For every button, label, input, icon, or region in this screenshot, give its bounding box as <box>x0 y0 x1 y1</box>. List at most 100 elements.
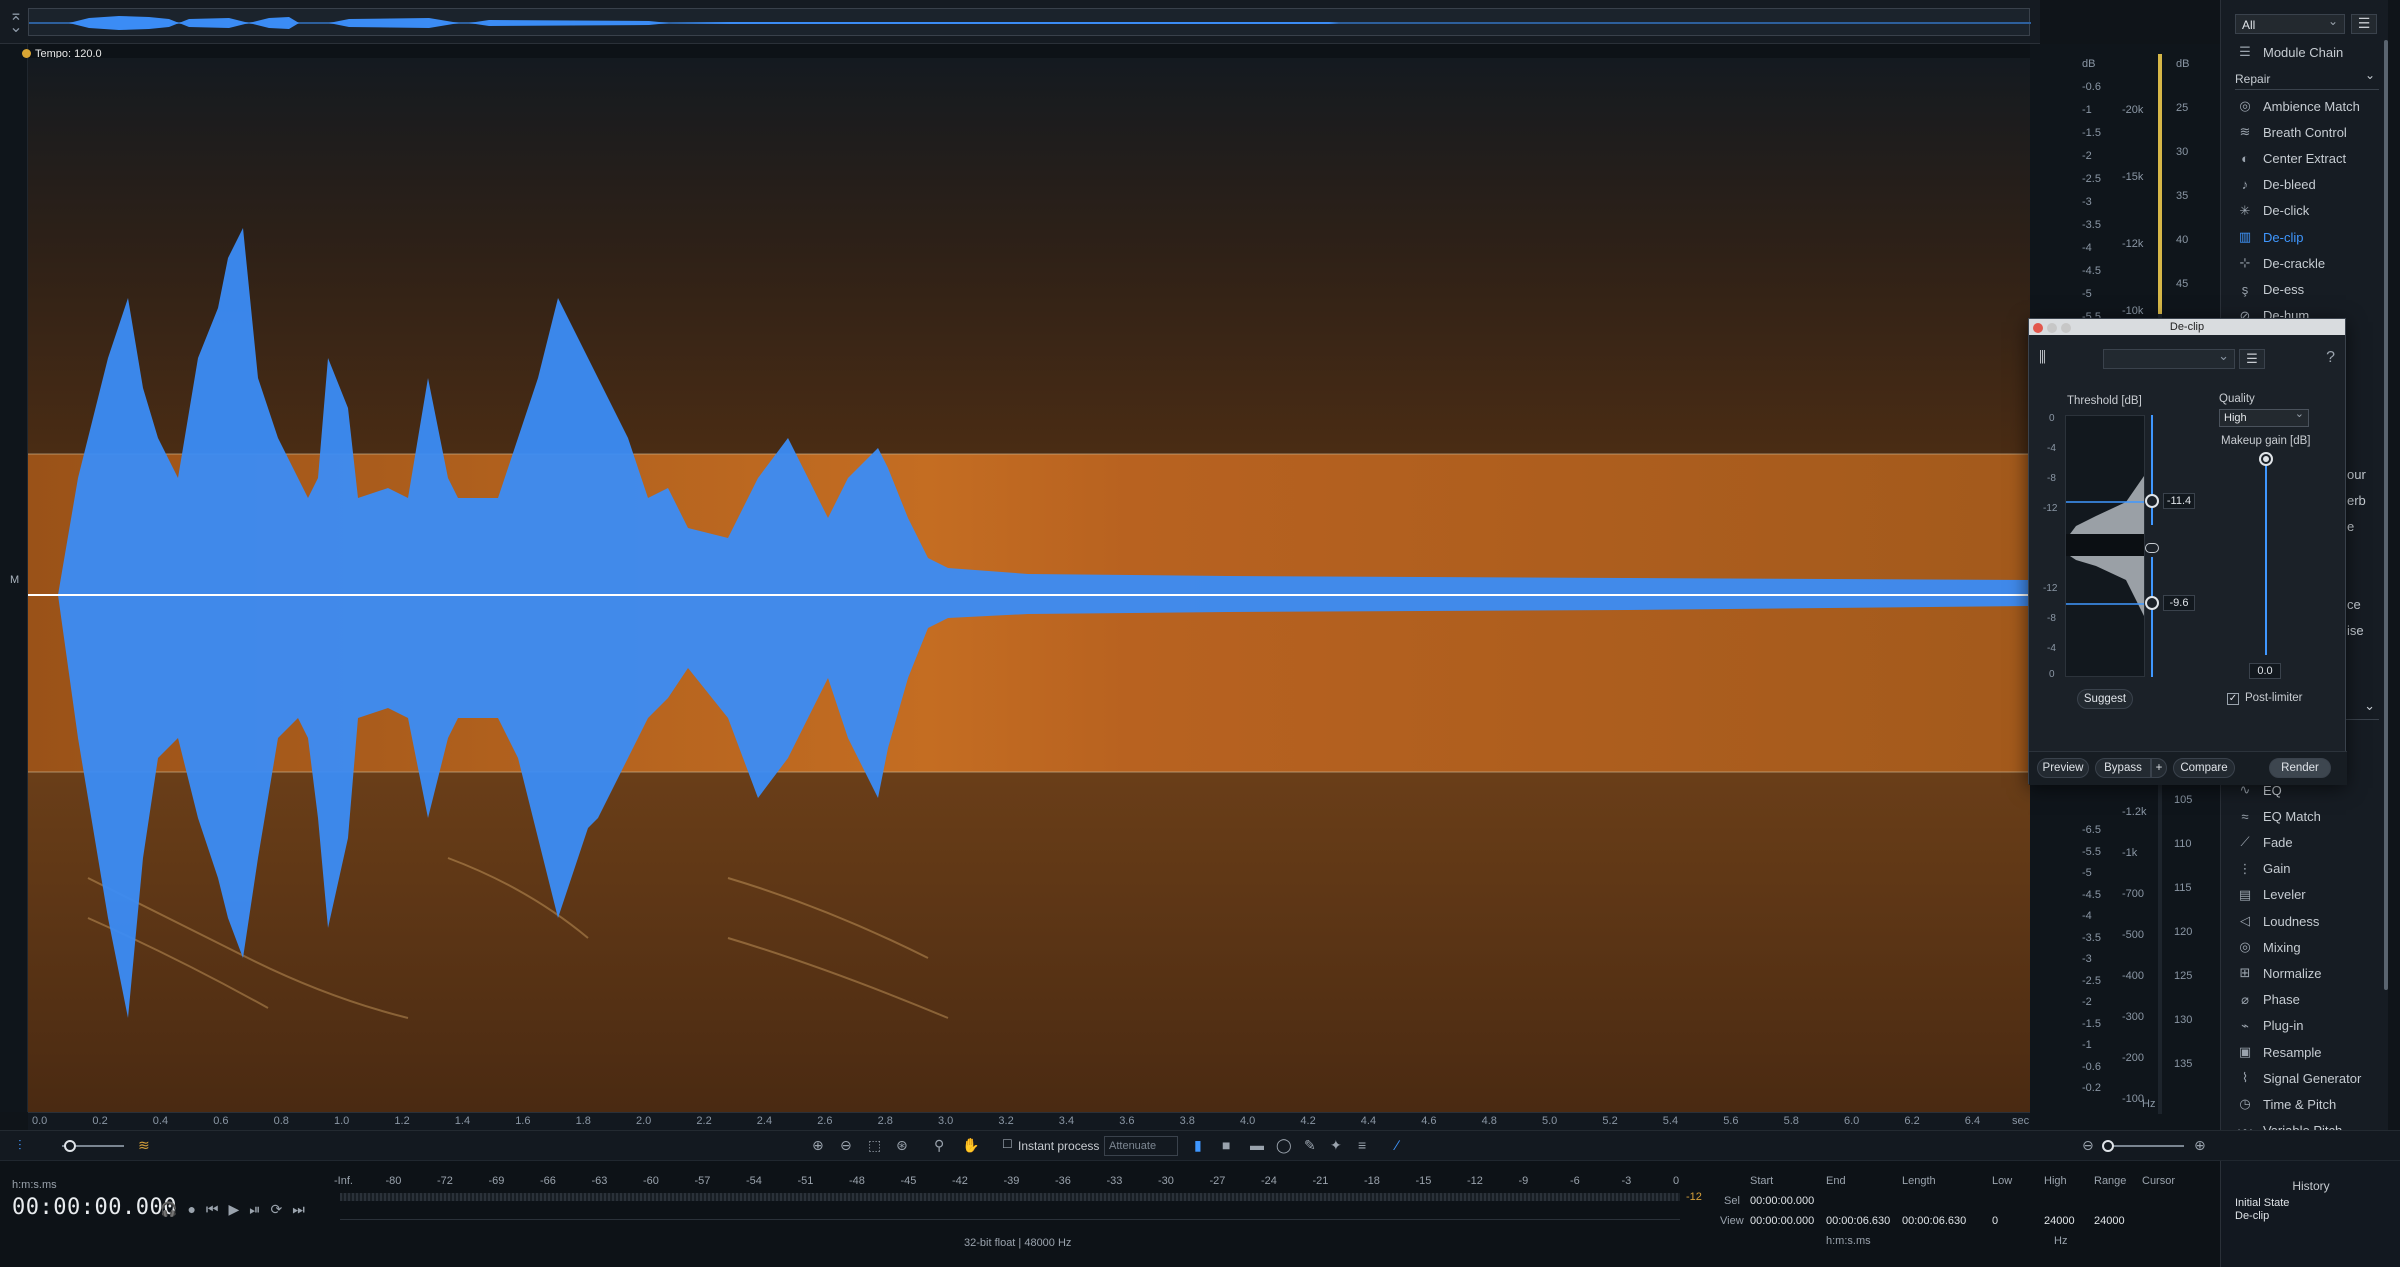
play-icon[interactable]: ▶ <box>229 1201 240 1217</box>
waveform-view-icon[interactable]: ⫶ <box>18 1137 22 1154</box>
record-icon[interactable]: ● <box>187 1201 195 1217</box>
module-item-ambience[interactable]: ◎ Ambience Match <box>2235 94 2385 118</box>
zoom-selection-icon[interactable]: ⬚ <box>868 1137 881 1154</box>
view-start-value[interactable]: 00:00:00.000 <box>1750 1215 1814 1227</box>
post-limiter-checkbox[interactable]: ✓ <box>2227 693 2239 705</box>
compare-button[interactable]: Compare <box>2173 758 2235 778</box>
render-button[interactable]: Render <box>2269 758 2331 778</box>
module-item-de-crackle[interactable]: ⊹ De-crackle <box>2235 251 2385 275</box>
module-item-center-extract[interactable]: ◐ Center Extract <box>2235 146 2385 170</box>
view-length-value[interactable]: 00:00:06.630 <box>1902 1215 1966 1227</box>
waveform-overview[interactable]: ⌅ ⌄ <box>0 0 2040 44</box>
spectro-blend-knob[interactable] <box>64 1140 76 1152</box>
play-selection-icon[interactable]: ⏯ <box>249 1201 260 1217</box>
view-high-value[interactable]: 24000 <box>2044 1215 2075 1227</box>
history-item[interactable]: Initial State <box>2235 1197 2289 1209</box>
preset-select[interactable] <box>2103 348 2235 369</box>
module-item-partial[interactable]: erb <box>2347 488 2400 512</box>
attenuate-select[interactable]: Attenuate <box>1104 1136 1178 1156</box>
module-item-signal-generator[interactable]: ⌇ Signal Generator <box>2235 1066 2385 1090</box>
go-to-start-icon[interactable]: ⏮ <box>206 1201 219 1217</box>
link-thresholds-icon[interactable] <box>2145 543 2159 553</box>
suggest-button[interactable]: Suggest <box>2077 689 2133 709</box>
history-item[interactable]: De-clip <box>2235 1210 2269 1222</box>
module-item-de-clip[interactable]: ▥ De-clip <box>2235 225 2385 249</box>
loop-icon[interactable]: ⟳ <box>271 1201 283 1217</box>
preview-button[interactable]: Preview <box>2037 758 2089 778</box>
zoom-out-horizontal-icon[interactable]: ⊖ <box>2082 1137 2094 1154</box>
zoom-out-icon[interactable]: ⊖ <box>840 1137 852 1154</box>
overview-strip[interactable] <box>28 8 2031 36</box>
magnify-tool-icon[interactable]: ⚲ <box>934 1137 944 1154</box>
go-to-end-icon[interactable]: ⏭ <box>292 1201 305 1217</box>
module-item-plug-in[interactable]: ⌁ Plug-in <box>2235 1014 2385 1038</box>
zoom-in-icon[interactable]: ⊕ <box>812 1137 824 1154</box>
threshold-slider-lower[interactable] <box>2151 557 2153 677</box>
module-list-scrollbar[interactable] <box>2384 40 2388 990</box>
spectrogram-canvas[interactable] <box>28 58 2030 1112</box>
module-item-partial[interactable]: our <box>2347 462 2400 486</box>
quality-select[interactable]: High <box>2219 407 2309 427</box>
time-format-select[interactable]: h:m:s.ms <box>12 1179 57 1191</box>
threshold-knob-lower[interactable] <box>2145 596 2159 610</box>
module-item-gain[interactable]: ⋮ Gain <box>2235 857 2385 881</box>
module-item-partial[interactable]: e <box>2347 514 2400 538</box>
threshold-histogram[interactable] <box>2065 415 2145 677</box>
module-item-partial[interactable]: ise <box>2347 618 2400 642</box>
module-item-loudness[interactable]: ◁ Loudness <box>2235 909 2385 933</box>
zoom-window-icon[interactable] <box>2061 323 2071 333</box>
lasso-tool-icon[interactable]: ◯ <box>1276 1137 1292 1154</box>
spectrogram-view[interactable]: M Tempo: 120.0 <box>0 44 2040 1112</box>
bypass-plus-button[interactable]: + <box>2151 758 2167 778</box>
module-item-normalize[interactable]: ⊞ Normalize <box>2235 961 2385 985</box>
brush-tool-icon[interactable]: ✎ <box>1304 1137 1316 1154</box>
module-filter-select[interactable]: All <box>2235 14 2345 34</box>
horizontal-zoom-slider[interactable] <box>2104 1145 2184 1147</box>
module-item-phase[interactable]: ⌀ Phase <box>2235 988 2385 1012</box>
module-item-de-ess[interactable]: ş De-ess <box>2235 277 2385 301</box>
collapse-vertical-icon[interactable]: ⌅ ⌄ <box>6 8 26 36</box>
sel-start-value[interactable]: 00:00:00.000 <box>1750 1195 1814 1207</box>
box-select-icon[interactable]: ■ <box>1222 1137 1230 1153</box>
module-item-de-bleed[interactable]: ♪ De-bleed <box>2235 173 2385 197</box>
makeup-gain-value[interactable]: 0.0 <box>2249 663 2281 679</box>
module-item-fade[interactable]: ⟋ Fade <box>2235 830 2385 854</box>
help-icon[interactable]: ? <box>2326 349 2335 367</box>
repair-group-header[interactable]: Repair <box>2235 68 2379 90</box>
module-item-de-click[interactable]: ✳ De-click <box>2235 199 2385 223</box>
declip-titlebar[interactable]: De-clip <box>2029 319 2345 335</box>
module-item-eq-match[interactable]: ≈ EQ Match <box>2235 804 2385 828</box>
bypass-button[interactable]: Bypass <box>2095 758 2151 778</box>
horizontal-zoom-knob[interactable] <box>2102 1140 2114 1152</box>
threshold-upper-value[interactable]: -11.4 <box>2163 493 2195 509</box>
headphones-icon[interactable]: 🎧 <box>160 1201 177 1217</box>
module-item-partial[interactable]: ce <box>2347 592 2400 616</box>
module-item-mixing[interactable]: ◎ Mixing <box>2235 935 2385 959</box>
harmonic-select-icon[interactable]: ≡ <box>1358 1137 1366 1153</box>
preset-menu-button[interactable]: ☰ <box>2239 349 2265 369</box>
module-item-resample[interactable]: ▣ Resample <box>2235 1040 2385 1064</box>
zoom-in-horizontal-icon[interactable]: ⊕ <box>2194 1137 2206 1154</box>
view-range-value[interactable]: 24000 <box>2094 1215 2125 1227</box>
close-window-icon[interactable] <box>2033 323 2043 333</box>
module-menu-button[interactable]: ☰ <box>2351 14 2377 34</box>
time-ruler[interactable]: 0.0 0.2 0.4 0.6 0.8 1.0 1.2 1.4 1.6 1.8 2.0 2.2 2.4 2… <box>28 1112 2030 1130</box>
envelope-tool-icon[interactable]: ∕ <box>1396 1137 1398 1153</box>
instant-process-checkbox[interactable]: ☐ <box>1002 1137 1013 1151</box>
hand-tool-icon[interactable]: ✋ <box>962 1137 979 1154</box>
view-low-value[interactable]: 0 <box>1992 1215 1998 1227</box>
module-chain-item[interactable]: ☰ Module Chain <box>2235 40 2385 64</box>
module-item-leveler[interactable]: ▤ Leveler <box>2235 883 2385 907</box>
threshold-knob-upper[interactable] <box>2145 494 2159 508</box>
frequency-select-icon[interactable]: ▬ <box>1250 1137 1264 1153</box>
module-item-time-pitch[interactable]: ◷ Time & Pitch <box>2235 1092 2385 1116</box>
threshold-lower-value[interactable]: -9.6 <box>2163 595 2195 611</box>
makeup-gain-slider[interactable] <box>2265 459 2267 655</box>
magic-wand-icon[interactable]: ✦ <box>1330 1137 1342 1154</box>
spectrogram-view-icon[interactable]: ≋ <box>138 1137 150 1154</box>
threshold-slider-upper[interactable] <box>2151 415 2153 525</box>
minimize-window-icon[interactable] <box>2047 323 2057 333</box>
makeup-gain-knob[interactable] <box>2259 452 2273 466</box>
zoom-fit-icon[interactable]: ⊛ <box>896 1137 908 1154</box>
module-item-breath[interactable]: ≋ Breath Control <box>2235 120 2385 144</box>
